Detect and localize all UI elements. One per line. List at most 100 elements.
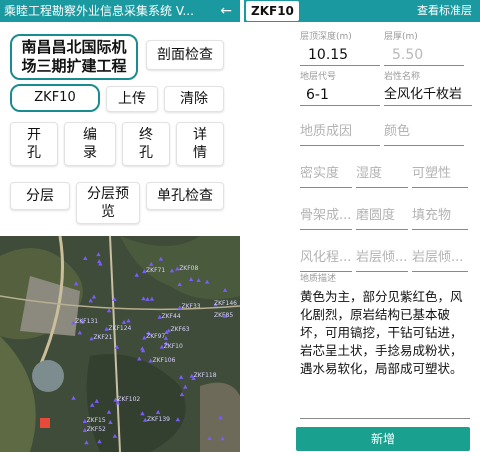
open-hole-label: 开孔 <box>27 126 41 161</box>
end-hole-button[interactable]: 终孔 <box>122 122 170 166</box>
single-hole-check-label: 单孔检查 <box>157 187 213 204</box>
plasticity-field[interactable]: 可塑性 <box>412 166 468 188</box>
open-hole-button[interactable]: 开孔 <box>10 122 58 166</box>
strata-code-label: 地层代号 <box>300 72 337 82</box>
survey-point-label: ZKF08 <box>179 264 199 272</box>
skeleton-field[interactable]: 骨架成... <box>300 208 352 230</box>
layering-button[interactable]: 分层 <box>10 182 70 210</box>
app-title-bar: 乘睦工程勘察外业信息采集系统 V... ← <box>0 0 240 22</box>
layer-preview-button[interactable]: 分层预览 <box>76 182 140 224</box>
filling-field[interactable]: 填充物 <box>412 208 468 230</box>
top-depth-field[interactable]: 层顶深度(m) 10.15 <box>300 32 380 66</box>
survey-point-label: ZKF106 <box>152 356 176 364</box>
layer-thickness-value: 5.50 <box>392 47 424 63</box>
geo-origin-placeholder: 地质成因 <box>300 124 353 139</box>
dip-direction-field[interactable]: 岩层倾... <box>356 250 408 272</box>
edit-log-label: 编录 <box>83 126 97 161</box>
borehole-badge: ZKF10 <box>246 1 299 21</box>
clear-button-label: 清除 <box>180 90 208 107</box>
description-underline <box>300 418 470 419</box>
layer-thickness-field[interactable]: 层厚(m) 5.50 <box>384 32 464 66</box>
left-screen: 乘睦工程勘察外业信息采集系统 V... ← 南昌昌北国际机场三期扩建工程 剖面检… <box>0 0 240 452</box>
filling-placeholder: 填充物 <box>412 208 452 223</box>
skeleton-underline <box>300 229 352 230</box>
humidity-underline <box>356 187 408 188</box>
survey-point-label: ZKF44 <box>161 312 181 320</box>
borehole-button-label: ZKF10 <box>34 89 76 105</box>
survey-point-label: ZKF52 <box>86 425 106 433</box>
top-depth-label: 层顶深度(m) <box>300 32 352 42</box>
dip-direction-placeholder: 岩层倾... <box>356 250 408 265</box>
description-label-wrap: 地质描述 <box>300 274 470 286</box>
add-button[interactable]: 新增 <box>296 427 470 451</box>
rock-name-field[interactable]: 岩性名称 全风化千枚岩 <box>384 72 472 106</box>
survey-point-label: ZKF85 <box>214 311 234 319</box>
rock-name-value: 全风化千枚岩 <box>384 87 463 102</box>
survey-point-label: ZKF15 <box>86 416 106 424</box>
geo-origin-underline <box>300 145 380 146</box>
dip-angle-underline <box>412 271 468 272</box>
satellite-map[interactable]: ZKF106 ZKF15 ZKF08 ZKF10 ZKF21 ZKF33 ZKF44 ZKF5… <box>0 236 240 452</box>
survey-point-label: ZKF131 <box>75 318 99 326</box>
section-check-label: 剖面检查 <box>157 46 213 63</box>
survey-point-label: ZKF124 <box>108 324 132 332</box>
upload-button[interactable]: 上传 <box>106 86 158 112</box>
color-placeholder: 颜色 <box>384 124 411 139</box>
section-check-button[interactable]: 剖面检查 <box>146 40 224 70</box>
strata-code-value: 6-1 <box>306 87 329 103</box>
details-label: 详情 <box>193 126 207 161</box>
survey-point-label: ZKF71 <box>146 267 166 275</box>
humidity-field[interactable]: 湿度 <box>356 166 408 188</box>
strata-code-underline <box>300 105 380 106</box>
color-field[interactable]: 颜色 <box>384 124 464 146</box>
survey-point-label: ZKF21 <box>93 334 113 342</box>
end-hole-label: 终孔 <box>139 126 153 161</box>
upload-button-label: 上传 <box>118 90 146 107</box>
survey-point-label: ZKF139 <box>147 415 170 423</box>
weathering-placeholder: 风化程... <box>300 250 352 265</box>
description-label: 地质描述 <box>300 274 337 284</box>
survey-point-label: ZKF102 <box>117 395 141 403</box>
rock-name-label: 岩性名称 <box>384 72 421 82</box>
plasticity-underline <box>412 187 468 188</box>
borehole-button[interactable]: ZKF10 <box>10 84 100 112</box>
geo-origin-field[interactable]: 地质成因 <box>300 124 380 146</box>
marker-red <box>40 418 50 428</box>
form-title-bar: ZKF10 查看标准层 <box>244 0 480 22</box>
single-hole-check-button[interactable]: 单孔检查 <box>146 182 224 210</box>
color-underline <box>384 145 464 146</box>
project-button[interactable]: 南昌昌北国际机场三期扩建工程 <box>10 34 138 80</box>
layer-preview-label: 分层预览 <box>87 185 129 220</box>
roundness-field[interactable]: 磨圆度 <box>356 208 408 230</box>
map-canvas <box>0 236 240 452</box>
top-depth-value: 10.15 <box>308 47 349 63</box>
survey-point-label: ZKF63 <box>170 326 190 334</box>
survey-point-label: ZKF146 <box>214 300 237 308</box>
dip-direction-underline <box>356 271 408 272</box>
density-field[interactable]: 密实度 <box>300 166 352 188</box>
edit-log-button[interactable]: 编录 <box>64 122 116 166</box>
dip-angle-field[interactable]: 岩层倾... <box>412 250 468 272</box>
weathering-underline <box>300 271 352 272</box>
density-placeholder: 密实度 <box>300 166 340 181</box>
layer-thickness-underline <box>384 65 464 66</box>
layering-label: 分层 <box>26 187 54 204</box>
details-button[interactable]: 详情 <box>176 122 224 166</box>
survey-point-label: ZKF10 <box>163 342 183 350</box>
clear-button[interactable]: 清除 <box>164 86 224 112</box>
add-button-label: 新增 <box>370 432 395 446</box>
right-screen: ZKF10 查看标准层 层顶深度(m) 10.15 层厚(m) 5.50 地层代… <box>244 0 480 452</box>
survey-point-label: ZKF97 <box>146 333 166 341</box>
weathering-field[interactable]: 风化程... <box>300 250 352 272</box>
roundness-underline <box>356 229 408 230</box>
strata-code-field[interactable]: 地层代号 6-1 <box>300 72 380 106</box>
arrow-left-icon[interactable]: ← <box>220 0 232 22</box>
top-depth-underline <box>300 65 380 66</box>
density-underline <box>300 187 352 188</box>
description-textarea[interactable]: 黄色为主，部分见紫红色，风化剧烈，原岩结构已基本破坏，可用镐挖，干钻可钻进，岩芯… <box>300 288 470 378</box>
filling-underline <box>412 229 468 230</box>
view-standard-layer-link[interactable]: 查看标准层 <box>417 0 472 22</box>
dip-angle-placeholder: 岩层倾... <box>412 250 464 265</box>
project-button-label: 南昌昌北国际机场三期扩建工程 <box>21 37 127 76</box>
survey-point-label: ZKF118 <box>193 371 217 379</box>
